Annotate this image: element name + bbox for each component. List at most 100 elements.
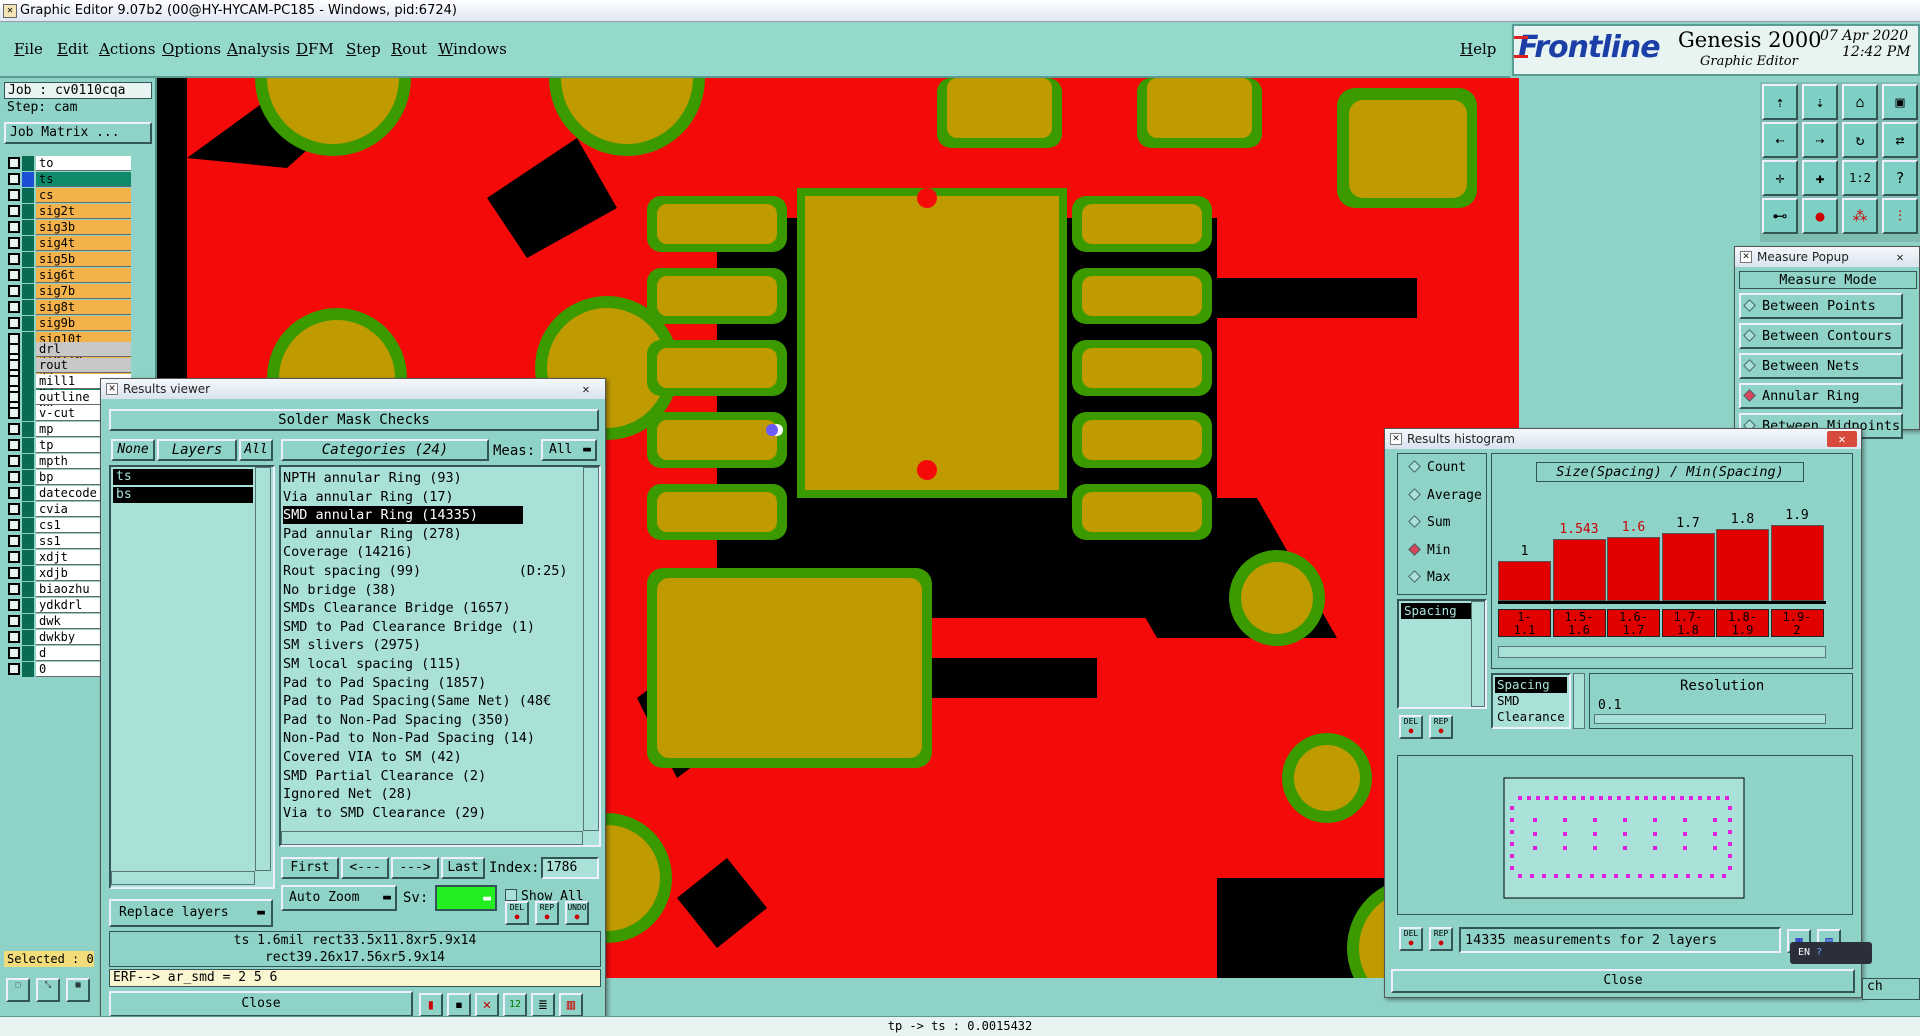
stat-radio[interactable]: Sum — [1408, 515, 1450, 530]
chart-hscroll[interactable] — [1498, 646, 1826, 658]
meas-select[interactable]: All ▬ — [541, 439, 597, 461]
hidden-button[interactable]: ch — [1862, 978, 1920, 1000]
histogram-category-list[interactable]: Spacing SMD Clearance — [1491, 673, 1571, 729]
menu-rout[interactable]: Rout — [391, 40, 427, 58]
hist-rep-icon[interactable]: REP ● — [1429, 715, 1453, 739]
layer-visibility-checkbox[interactable] — [8, 343, 20, 355]
layer-list-scrollbar[interactable] — [255, 467, 271, 871]
category-item[interactable]: NPTH annular Ring (93) — [283, 469, 523, 487]
layer-visibility-checkbox[interactable] — [8, 503, 20, 515]
histogram-bar[interactable] — [1607, 537, 1660, 601]
layer-visibility-checkbox[interactable] — [8, 663, 20, 675]
menu-dfm[interactable]: DFM — [296, 40, 334, 58]
menu-edit[interactable]: Edit — [57, 40, 88, 58]
category-item[interactable]: SMD to Pad Clearance Bridge (1) — [283, 618, 535, 636]
layer-visibility-checkbox[interactable] — [8, 551, 20, 563]
view-left-icon[interactable]: ⇠ — [1762, 122, 1798, 158]
solder-mask-checks-header[interactable]: Solder Mask Checks — [109, 409, 599, 431]
stat-radio[interactable]: Average — [1408, 488, 1482, 503]
results-close-button[interactable]: Close — [109, 991, 413, 1017]
preview-del-icon[interactable]: DEL ● — [1399, 927, 1423, 951]
layer-name[interactable]: cs — [36, 188, 131, 203]
index-input[interactable]: 1786 — [541, 857, 599, 879]
layer-row[interactable]: cs — [8, 188, 131, 203]
auto-zoom-select[interactable]: Auto Zoom ▬ — [281, 885, 397, 911]
measure-tool-icon[interactable]: ⤡ — [36, 978, 60, 1002]
fit-view-icon[interactable]: ▣ — [1882, 84, 1918, 120]
view-right-icon[interactable]: ⇢ — [1802, 122, 1838, 158]
zoom-tool-icon[interactable]: ⬚ — [6, 978, 30, 1002]
category-item[interactable]: Coverage (14216) — [283, 543, 523, 561]
histogram-bar[interactable] — [1498, 561, 1551, 601]
layer-visibility-checkbox[interactable] — [8, 269, 20, 281]
measure-mode-option[interactable]: Between Nets — [1739, 353, 1903, 379]
layer-row[interactable]: sig2t — [8, 204, 131, 219]
view-up-icon[interactable]: ⇡ — [1762, 84, 1798, 120]
undo-icon[interactable]: UNDO ● — [565, 901, 589, 925]
categories-list[interactable]: NPTH annular Ring (93) Via annular Ring (… — [279, 465, 601, 847]
menu-step[interactable]: Step — [346, 40, 381, 58]
histogram-bar[interactable] — [1552, 539, 1606, 601]
measure-icon[interactable]: ● — [1802, 198, 1838, 234]
layer-visibility-checkbox[interactable] — [8, 471, 20, 483]
category-item[interactable]: SMD Partial Clearance (2) — [283, 767, 523, 785]
results-viewer-close-x[interactable]: ✕ — [571, 381, 601, 397]
grid-tool-icon[interactable]: ▦ — [66, 978, 90, 1002]
step-icon[interactable]: 12 — [503, 993, 527, 1017]
first-button[interactable]: First — [281, 857, 339, 879]
layer-visibility-checkbox[interactable] — [8, 189, 20, 201]
category-scrollbar[interactable] — [1573, 673, 1585, 729]
category-item[interactable]: SMD annular Ring (14335) — [283, 506, 523, 525]
layer-row[interactable]: sig9b — [8, 316, 131, 331]
category-item[interactable]: Pad to Pad Spacing (1857) — [283, 674, 523, 692]
layer-visibility-checkbox[interactable] — [8, 599, 20, 611]
layer-visibility-checkbox[interactable] — [8, 455, 20, 467]
layers-button[interactable]: Layers — [157, 439, 237, 461]
replace-layers-select[interactable]: Replace layers ▬ — [109, 899, 273, 927]
layer-row[interactable]: ts — [8, 172, 131, 187]
view-down-icon[interactable]: ⇣ — [1802, 84, 1838, 120]
snap-tool-icon[interactable]: ⊷ — [1762, 198, 1798, 234]
menu-file[interactable]: File — [14, 40, 43, 58]
home-view-icon[interactable]: ⌂ — [1842, 84, 1878, 120]
save-results-icon[interactable]: ▪ — [447, 993, 471, 1017]
menu-analysis[interactable]: Analysis — [227, 40, 290, 58]
category-item[interactable]: SMDs Clearance Bridge (1657) — [283, 599, 523, 617]
measure-mode-option[interactable]: Annular Ring — [1739, 383, 1903, 409]
histogram-bar[interactable] — [1661, 533, 1715, 601]
layer-visibility-checkbox[interactable] — [8, 301, 20, 313]
layer-name[interactable]: to — [36, 156, 131, 171]
layer-visibility-checkbox[interactable] — [8, 375, 20, 387]
language-indicator[interactable]: EN ? — [1790, 942, 1872, 964]
item-list-scrollbar[interactable] — [1471, 601, 1485, 707]
layer-list-hscroll[interactable] — [111, 871, 255, 885]
category-item[interactable]: SM slivers (2975) — [283, 636, 523, 654]
layer-visibility-checkbox[interactable] — [8, 173, 20, 185]
category-item[interactable]: Rout spacing (99) (D:25) — [283, 562, 567, 580]
categories-button[interactable]: Categories (24) — [281, 439, 489, 461]
layer-row[interactable]: to — [8, 156, 131, 171]
categories-hscroll[interactable] — [281, 831, 583, 845]
show-all-checkbox[interactable] — [505, 889, 517, 901]
layer-name[interactable]: sig7b — [36, 284, 131, 299]
categories-scrollbar[interactable] — [583, 467, 599, 831]
layer-visibility-checkbox[interactable] — [8, 391, 20, 403]
layer-visibility-checkbox[interactable] — [8, 487, 20, 499]
category-item[interactable]: SM local spacing (115) — [283, 655, 523, 673]
list-item-spacing[interactable]: Spacing — [1401, 603, 1471, 619]
layer-name[interactable]: sig9b — [36, 316, 131, 331]
layer-visibility-checkbox[interactable] — [8, 317, 20, 329]
layer-row[interactable]: drl — [8, 342, 131, 357]
preview-rep-icon[interactable]: REP ● — [1429, 927, 1453, 951]
category-item[interactable]: Ignored Net (28) — [283, 785, 523, 803]
next-button[interactable]: ---> — [391, 857, 439, 879]
hist-category-item[interactable]: Spacing — [1495, 677, 1567, 693]
hist-category-item[interactable]: Clearance — [1495, 709, 1567, 725]
layer-row[interactable]: sig3b — [8, 220, 131, 235]
category-item[interactable]: Pad to Non-Pad Spacing (350) — [283, 711, 523, 729]
layer-visibility-checkbox[interactable] — [8, 253, 20, 265]
sv-color-select[interactable]: ▬ — [435, 885, 497, 911]
layer-row[interactable]: sig5b — [8, 252, 131, 267]
layer-name[interactable]: sig8t — [36, 300, 131, 315]
histogram-close-button[interactable]: Close — [1391, 969, 1855, 993]
